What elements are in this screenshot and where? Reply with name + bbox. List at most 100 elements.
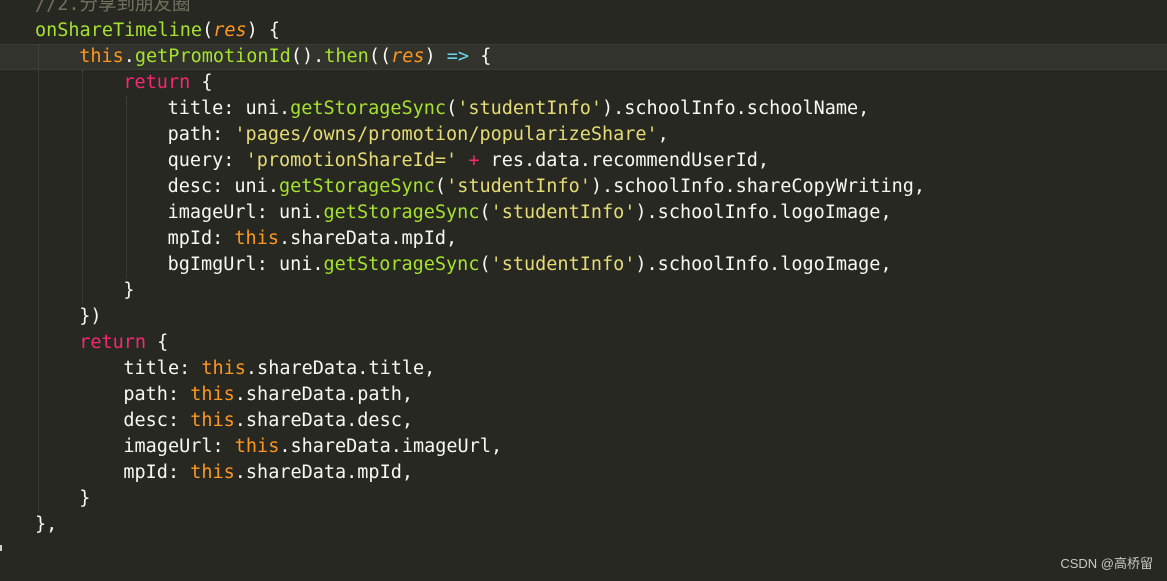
code-line[interactable]: })	[0, 304, 1167, 330]
code-token: ().	[290, 46, 325, 67]
code-token: }	[123, 280, 135, 301]
code-token: (	[479, 254, 491, 275]
code-line[interactable]: imageUrl: this.shareData.imageUrl,	[0, 434, 1167, 460]
code-line-content: onShareTimeline(res) {	[35, 18, 280, 44]
code-token: path:	[123, 384, 191, 405]
code-line[interactable]: imageUrl: uni.getStorageSync('studentInf…	[0, 200, 1167, 226]
code-token: 'pages/owns/promotion/popularizeShare'	[234, 124, 658, 145]
code-line-content: query: 'promotionShareId=' + res.data.re…	[168, 148, 769, 174]
code-token: this	[190, 384, 235, 405]
code-token: })	[79, 306, 102, 327]
code-line[interactable]: mpId: this.shareData.mpId,	[0, 460, 1167, 486]
code-token: getPromotionId	[134, 46, 291, 67]
code-line-content: mpId: this.shareData.mpId,	[123, 460, 413, 486]
code-line[interactable]: title: uni.getStorageSync('studentInfo')…	[0, 96, 1167, 122]
code-line-content: path: 'pages/owns/promotion/popularizeSh…	[168, 122, 669, 148]
code-token: {	[146, 332, 169, 353]
code-line-content: }	[123, 278, 134, 304]
code-token: onShareTimeline	[35, 20, 203, 41]
code-token: getStorageSync	[290, 98, 447, 119]
code-token: query:	[167, 150, 246, 171]
code-token: this	[234, 228, 279, 249]
code-token: desc:	[123, 410, 191, 431]
code-token: ((	[368, 46, 392, 67]
code-line[interactable]: return {	[0, 330, 1167, 356]
indent-guide	[126, 96, 128, 278]
indent-guide	[82, 70, 84, 304]
code-token: {	[190, 72, 213, 93]
code-line-current[interactable]: this.getPromotionId().then((res) => {	[0, 44, 1167, 70]
code-line[interactable]: onShareTimeline(res) {	[0, 18, 1167, 44]
code-token: .shareData.desc,	[234, 410, 413, 431]
code-token: =>	[446, 46, 470, 67]
code-line-content: desc: uni.getStorageSync('studentInfo').…	[168, 174, 925, 200]
code-line[interactable]: return {	[0, 70, 1167, 96]
code-editor[interactable]: //2.分享到朋友圈 onShareTimeline(res) {this.get…	[0, 0, 1167, 581]
code-token: +	[468, 150, 480, 171]
code-token: then	[324, 46, 369, 67]
code-token: }	[79, 488, 91, 509]
code-line-content: }	[79, 486, 90, 512]
code-token: this	[234, 436, 280, 457]
code-line[interactable]: desc: this.shareData.desc,	[0, 408, 1167, 434]
code-token: 'studentInfo'	[446, 176, 591, 197]
code-line[interactable]: }	[0, 278, 1167, 304]
code-line[interactable]: desc: uni.getStorageSync('studentInfo').…	[0, 174, 1167, 200]
code-line-content: bgImgUrl: uni.getStorageSync('studentInf…	[168, 252, 892, 278]
code-line-content: return {	[123, 70, 212, 96]
code-token: this	[79, 46, 124, 67]
code-line-content: })	[79, 304, 101, 330]
code-line[interactable]: title: this.shareData.title,	[0, 356, 1167, 382]
code-token: ).schoolInfo.logoImage,	[635, 254, 892, 275]
code-token: path:	[167, 124, 235, 145]
code-token: res	[213, 20, 247, 41]
code-token: .shareData.path,	[234, 384, 413, 405]
code-line-content: return {	[79, 330, 168, 356]
code-token: //2.分享到朋友圈	[35, 0, 191, 15]
code-token: return	[79, 332, 147, 353]
code-token: res.data.recommendUserId,	[479, 150, 770, 171]
code-line-content: title: uni.getStorageSync('studentInfo')…	[168, 96, 870, 122]
code-token: (	[446, 98, 458, 119]
code-token: res	[391, 46, 425, 67]
code-line[interactable]: mpId: this.shareData.mpId,	[0, 226, 1167, 252]
code-token: getStorageSync	[323, 202, 480, 223]
code-token: .shareData.mpId,	[234, 462, 413, 483]
code-token: },	[35, 514, 58, 535]
code-token: (	[202, 20, 214, 41]
code-token: .shareData.mpId,	[278, 228, 458, 249]
code-token: imageUrl:	[123, 436, 235, 457]
code-token: this	[190, 462, 235, 483]
code-token: )	[424, 46, 447, 67]
code-token: mpId:	[167, 228, 235, 249]
code-token: .shareData.imageUrl,	[279, 436, 503, 457]
code-token: .shareData.title,	[245, 358, 436, 379]
code-token: (	[479, 202, 491, 223]
code-token: 'promotionShareId='	[245, 150, 458, 171]
code-line[interactable]: path: this.shareData.path,	[0, 382, 1167, 408]
code-token: ) {	[246, 20, 281, 41]
code-line-content: mpId: this.shareData.mpId,	[168, 226, 458, 252]
code-token: {	[469, 46, 492, 67]
code-token: return	[123, 72, 191, 93]
code-line[interactable]: bgImgUrl: uni.getStorageSync('studentInf…	[0, 252, 1167, 278]
code-token: getStorageSync	[323, 254, 480, 275]
code-line[interactable]: //2.分享到朋友圈	[0, 0, 1167, 18]
code-line[interactable]: }	[0, 486, 1167, 512]
code-token: this	[201, 358, 246, 379]
code-token: ).schoolInfo.shareCopyWriting,	[590, 176, 925, 197]
code-line-content: imageUrl: this.shareData.imageUrl,	[123, 434, 502, 460]
code-line[interactable]: path: 'pages/owns/promotion/popularizeSh…	[0, 122, 1167, 148]
code-line[interactable]: },	[0, 512, 1167, 538]
code-token: mpId:	[123, 462, 191, 483]
code-token: imageUrl: uni.	[167, 202, 324, 223]
text-cursor	[0, 545, 2, 551]
code-token: 'studentInfo'	[457, 98, 602, 119]
code-token: .	[123, 46, 135, 67]
code-line-content: imageUrl: uni.getStorageSync('studentInf…	[168, 200, 892, 226]
code-line[interactable]: query: 'promotionShareId=' + res.data.re…	[0, 148, 1167, 174]
code-token: this	[190, 410, 235, 431]
code-line-content: this.getPromotionId().then((res) => {	[79, 45, 491, 69]
code-token: desc: uni.	[167, 176, 279, 197]
